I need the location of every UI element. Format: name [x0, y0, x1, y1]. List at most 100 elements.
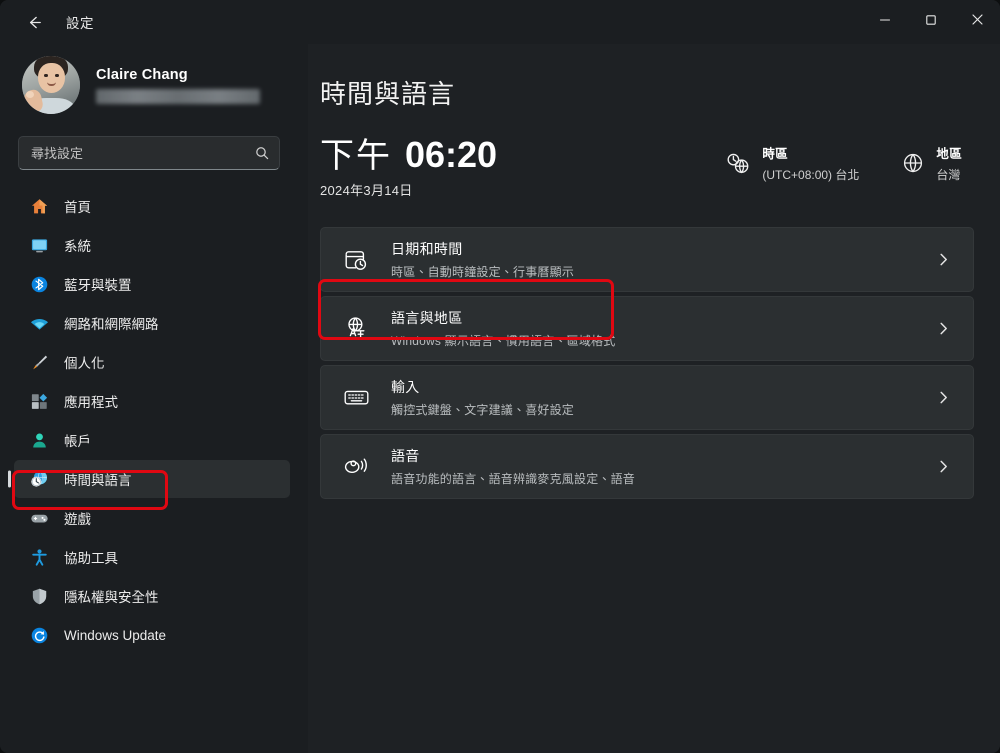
search-icon[interactable]: [255, 146, 269, 160]
time-digits: 06:20: [405, 134, 498, 175]
clock-left: 下午 06:20 2024年3月14日: [320, 137, 497, 199]
card-text: 日期和時間 時區、自動時鐘設定、行事曆顯示: [391, 239, 916, 280]
app-title: 設定: [66, 16, 94, 31]
sidebar-item-personalization[interactable]: 個人化: [14, 343, 290, 381]
sidebar-item-label: 遊戲: [64, 512, 91, 527]
chevron-right-icon[interactable]: [936, 459, 957, 474]
speech-icon: [341, 453, 371, 480]
account-name: Claire Chang: [96, 66, 188, 83]
shield-icon: [28, 585, 50, 607]
card-title: 輸入: [391, 379, 420, 395]
window-controls: [862, 0, 1000, 44]
region-info: 地區 台灣: [901, 143, 962, 183]
sidebar-item-apps[interactable]: 應用程式: [14, 382, 290, 420]
card-subtitle: 觸控式鍵盤、文字建議、喜好設定: [391, 403, 575, 417]
search-box[interactable]: [18, 136, 280, 170]
wifi-icon: [28, 312, 50, 334]
clock-right: 時區 (UTC+08:00) 台北 地區 台灣: [725, 137, 962, 183]
settings-window: 設定 Claire Chang 尋找設定 首頁 系統 藍牙與裝置 網路和網際網路…: [0, 0, 1000, 753]
clock-summary-row: 下午 06:20 2024年3月14日 時區 (UTC+08:00) 台北 地區…: [320, 137, 974, 199]
minimize-button[interactable]: [862, 0, 908, 44]
sidebar-item-gaming[interactable]: 遊戲: [14, 499, 290, 537]
sidebar-item-label: 協助工具: [64, 551, 118, 566]
sidebar-item-label: 帳戶: [64, 434, 91, 449]
system-display-icon: [28, 234, 50, 256]
card-subtitle: 語音功能的語言、語音辨識麥克風設定、語音: [391, 472, 636, 486]
close-button[interactable]: [954, 0, 1000, 44]
calendar-clock-icon: [341, 247, 371, 273]
account-person-icon: [28, 429, 50, 451]
maximize-button[interactable]: [908, 0, 954, 44]
sidebar-item-accounts[interactable]: 帳戶: [14, 421, 290, 459]
update-refresh-icon: [28, 624, 50, 646]
sidebar-item-label: 應用程式: [64, 395, 118, 410]
page-title: 時間與語言: [320, 79, 456, 109]
card-title: 語音: [391, 448, 420, 464]
settings-card-speech[interactable]: 語音 語音功能的語言、語音辨識麥克風設定、語音: [320, 434, 974, 499]
current-time: 下午 06:20: [320, 134, 498, 175]
account-header[interactable]: Claire Chang: [0, 44, 298, 124]
keyboard-icon: [341, 384, 371, 411]
card-text: 語言與地區 Windows 顯示語言、慣用語言、區域格式: [391, 308, 916, 349]
sidebar-item-windows-update[interactable]: Windows Update: [14, 616, 290, 654]
sidebar-item-label: 系統: [64, 239, 91, 254]
minimize-icon: [879, 13, 891, 31]
chevron-right-icon[interactable]: [936, 321, 957, 336]
sidebar-item-system[interactable]: 系統: [14, 226, 290, 264]
sidebar-item-label: 藍牙與裝置: [64, 278, 132, 293]
arrow-left-icon: [26, 14, 43, 31]
back-button[interactable]: [18, 6, 50, 38]
paintbrush-icon: [28, 351, 50, 373]
accessibility-icon: [28, 546, 50, 568]
sidebar-item-home[interactable]: 首頁: [14, 187, 290, 225]
timezone-value: (UTC+08:00) 台北: [762, 168, 860, 182]
card-text: 語音 語音功能的語言、語音辨識麥克風設定、語音: [391, 446, 916, 487]
search-input[interactable]: [31, 145, 245, 161]
chevron-right-icon[interactable]: [936, 252, 957, 267]
body-split: Claire Chang 尋找設定 首頁 系統 藍牙與裝置 網路和網際網路 個人…: [0, 44, 1000, 753]
sidebar: Claire Chang 尋找設定 首頁 系統 藍牙與裝置 網路和網際網路 個人…: [0, 44, 308, 753]
account-text: Claire Chang: [96, 67, 260, 104]
translate-globe-icon: [341, 315, 371, 342]
sidebar-item-label: 隱私權與安全性: [64, 590, 159, 605]
time-ampm: 下午: [320, 137, 392, 175]
timezone-info: 時區 (UTC+08:00) 台北: [725, 143, 859, 183]
title-bar-left: 設定: [0, 0, 94, 44]
region-title: 地區: [936, 147, 962, 161]
apps-icon: [28, 390, 50, 412]
card-text: 輸入 觸控式鍵盤、文字建議、喜好設定: [391, 377, 916, 418]
current-date: 2024年3月14日: [320, 183, 413, 198]
sidebar-item-label: 首頁: [64, 200, 91, 215]
account-email-redacted: [96, 88, 260, 104]
settings-card-date-time[interactable]: 日期和時間 時區、自動時鐘設定、行事曆顯示: [320, 227, 974, 292]
chevron-right-icon[interactable]: [936, 390, 957, 405]
globe-icon: [901, 151, 925, 175]
clock-globe-icon: [28, 468, 50, 490]
sidebar-item-label: Windows Update: [64, 627, 167, 643]
sidebar-item-label: 網路和網際網路: [64, 317, 159, 332]
sidebar-item-network[interactable]: 網路和網際網路: [14, 304, 290, 342]
sidebar-nav: 首頁 系統 藍牙與裝置 網路和網際網路 個人化 應用程式 帳戶 時間與語言 遊戲…: [0, 184, 298, 753]
sidebar-item-accessibility[interactable]: 協助工具: [14, 538, 290, 576]
main-content: 時間與語言 下午 06:20 2024年3月14日 時區 (UTC+08:00)…: [308, 44, 1000, 753]
search-wrapper: [0, 124, 298, 184]
home-icon: [28, 195, 50, 217]
settings-card-typing[interactable]: 輸入 觸控式鍵盤、文字建議、喜好設定: [320, 365, 974, 430]
gamepad-icon: [28, 507, 50, 529]
card-title: 日期和時間: [391, 241, 463, 257]
sidebar-item-time-language[interactable]: 時間與語言: [14, 460, 290, 498]
timezone-title: 時區: [762, 147, 788, 161]
sidebar-item-label: 時間與語言: [64, 473, 132, 488]
close-icon: [971, 13, 984, 31]
title-bar: 設定: [0, 0, 1000, 44]
avatar: [22, 56, 80, 114]
sidebar-item-label: 個人化: [64, 356, 105, 371]
sidebar-item-privacy-security[interactable]: 隱私權與安全性: [14, 577, 290, 615]
bluetooth-icon: [28, 273, 50, 295]
timezone-text: 時區 (UTC+08:00) 台北: [762, 143, 859, 183]
settings-card-list: 日期和時間 時區、自動時鐘設定、行事曆顯示 語言與地區 Windows 顯示語言…: [320, 227, 974, 499]
settings-card-language-region[interactable]: 語言與地區 Windows 顯示語言、慣用語言、區域格式: [320, 296, 974, 361]
clock-globe-icon: [725, 150, 751, 176]
maximize-icon: [925, 13, 937, 31]
sidebar-item-bluetooth[interactable]: 藍牙與裝置: [14, 265, 290, 303]
